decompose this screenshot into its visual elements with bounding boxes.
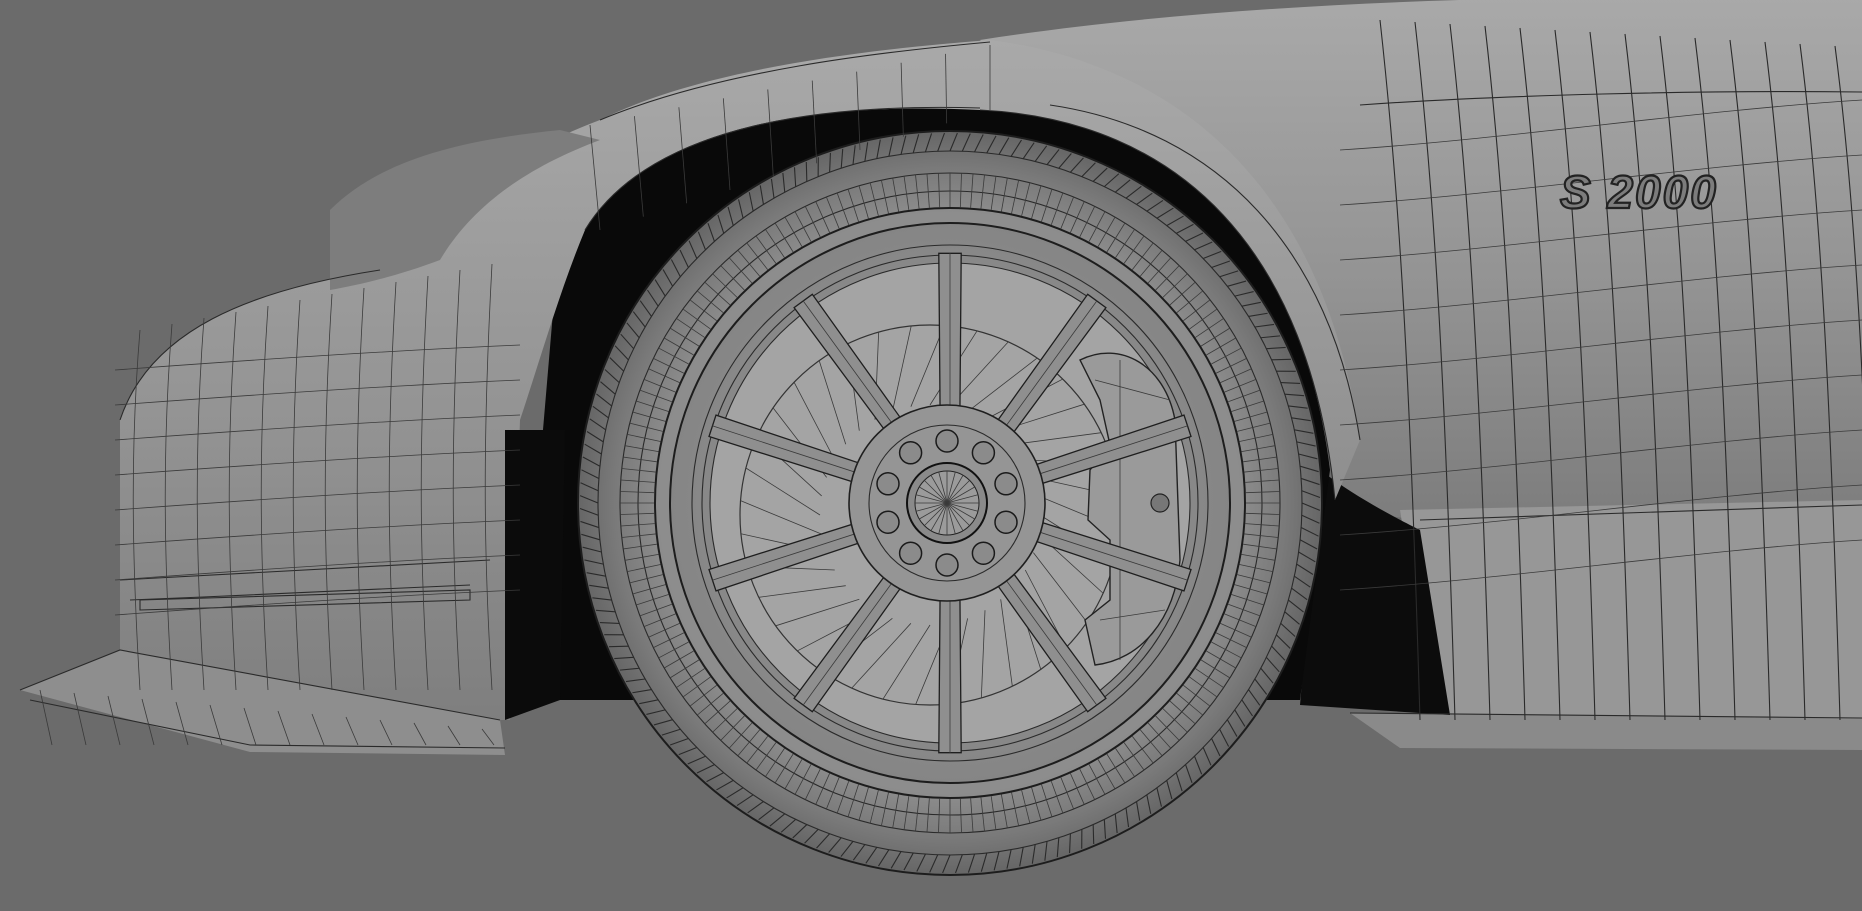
lug-nut	[898, 441, 923, 465]
lug-nut	[935, 429, 959, 453]
lug-nut	[994, 472, 1018, 496]
lug-nut	[898, 541, 923, 565]
lug-nut	[876, 510, 900, 534]
lug-nut	[935, 553, 959, 577]
badge-label: S 2000	[1560, 166, 1718, 218]
car-wireframe-render: S 2000	[19, 0, 1862, 876]
model-badge: S 2000	[1559, 165, 1718, 219]
lug-nut	[876, 472, 900, 496]
lug-nut	[971, 441, 996, 465]
lug-nut	[971, 541, 996, 565]
wheel-hub	[848, 404, 1046, 602]
lug-nut	[994, 510, 1018, 534]
viewport-3d[interactable]: S 2000	[0, 0, 1862, 911]
